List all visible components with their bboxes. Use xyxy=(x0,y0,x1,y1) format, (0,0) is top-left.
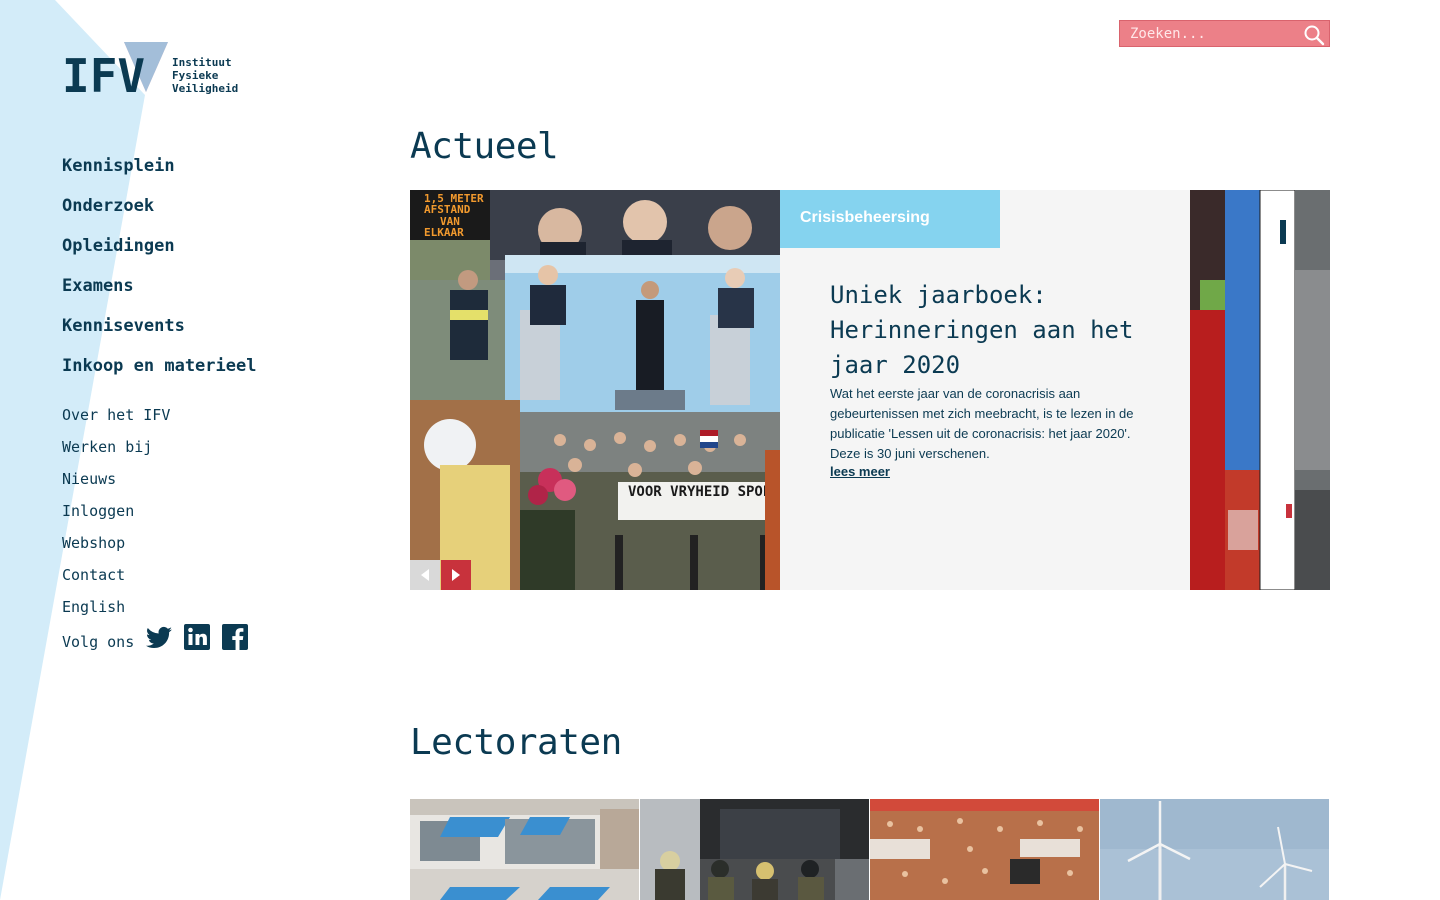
slide-card: Crisisbeheersing Uniek jaarboek: Herinne… xyxy=(780,190,1190,590)
nav-item-kennisevents[interactable]: Kennisevents xyxy=(62,316,185,336)
actueel-heading: Actueel xyxy=(410,126,559,167)
chevron-right-icon xyxy=(452,569,460,581)
lectoraten-grid xyxy=(410,799,1330,900)
lectoraat-tile[interactable] xyxy=(410,799,639,900)
firefighters-image xyxy=(640,799,869,900)
svg-text:VOOR VRYHEID SPOE: VOOR VRYHEID SPOE xyxy=(628,484,771,500)
covid-collage-image: 1,5 METER AFSTAND VAN ELKAAR VOOR VRYHEI… xyxy=(410,190,780,590)
slide-description: Wat het eerste jaar van de coronacrisis … xyxy=(830,386,1134,461)
secondary-nav: Over het IFV Werken bij Nieuws Inloggen … xyxy=(62,405,170,629)
main-nav: Kennisplein Onderzoek Opleidingen Examen… xyxy=(62,156,256,396)
lectoraat-tile[interactable] xyxy=(870,799,1099,900)
ifv-logo[interactable]: IFV Instituut Fysieke Veiligheid xyxy=(62,38,252,103)
subnav-item-contact[interactable]: Contact xyxy=(62,566,125,584)
read-more-link[interactable]: lees meer xyxy=(830,464,890,479)
subnav-item-werken-bij[interactable]: Werken bij xyxy=(62,438,152,456)
nav-item-examens[interactable]: Examens xyxy=(62,276,134,296)
subnav-item-english[interactable]: English xyxy=(62,598,125,616)
next-slide-preview[interactable] xyxy=(1190,190,1330,590)
wind-turbines-image xyxy=(1100,799,1329,900)
social-follow: Volg ons xyxy=(62,622,250,652)
lectoraat-tile[interactable] xyxy=(1100,799,1329,900)
slider-prev-button[interactable] xyxy=(410,560,440,590)
linkedin-icon[interactable] xyxy=(182,622,212,652)
search-icon[interactable] xyxy=(1303,24,1325,46)
nav-item-opleidingen[interactable]: Opleidingen xyxy=(62,236,175,256)
subnav-item-webshop[interactable]: Webshop xyxy=(62,534,125,552)
logo-letters: IFV xyxy=(62,49,145,100)
crowd-image xyxy=(870,799,1099,900)
nav-item-kennisplein[interactable]: Kennisplein xyxy=(62,156,175,176)
subnav-item-inloggen[interactable]: Inloggen xyxy=(62,502,134,520)
nav-item-onderzoek[interactable]: Onderzoek xyxy=(62,196,154,216)
slide-title[interactable]: Uniek jaarboek: Herinneringen aan het ja… xyxy=(830,278,1160,383)
subnav-item-nieuws[interactable]: Nieuws xyxy=(62,470,116,488)
slide-photo[interactable]: 1,5 METER AFSTAND VAN ELKAAR VOOR VRYHEI… xyxy=(410,190,780,590)
subnav-item-over-het-ifv[interactable]: Over het IFV xyxy=(62,406,170,424)
chevron-left-icon xyxy=(421,569,429,581)
lectoraten-heading: Lectoraten xyxy=(410,722,622,763)
lectoraat-tile[interactable] xyxy=(640,799,869,900)
follow-label: Volg ons xyxy=(62,633,135,651)
logo-wordmark: Instituut Fysieke Veiligheid xyxy=(172,56,239,95)
svg-text:ELKAAR: ELKAAR xyxy=(424,226,464,239)
slider-next-button[interactable] xyxy=(441,560,471,590)
search-form xyxy=(1119,20,1330,47)
news-slider: 1,5 METER AFSTAND VAN ELKAAR VOOR VRYHEI… xyxy=(410,190,1330,590)
facebook-icon[interactable] xyxy=(220,622,250,652)
apartment-building-image xyxy=(410,799,639,900)
search-input[interactable] xyxy=(1120,21,1300,46)
logo-mark: IFV xyxy=(62,42,168,103)
nav-item-inkoop-en-materieel[interactable]: Inkoop en materieel xyxy=(62,356,256,376)
twitter-icon[interactable] xyxy=(144,622,174,652)
category-tag[interactable]: Crisisbeheersing xyxy=(780,190,1000,248)
